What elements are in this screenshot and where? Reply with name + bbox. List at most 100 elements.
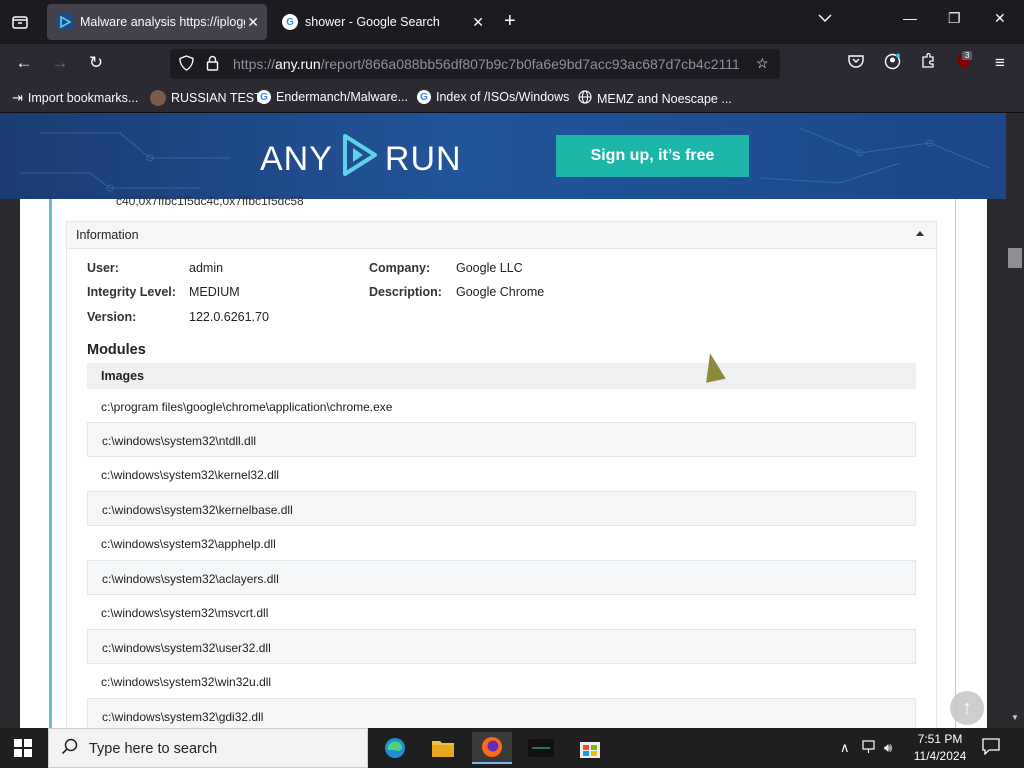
information-title: Information (76, 228, 139, 242)
collapse-caret-icon[interactable] (916, 231, 924, 236)
module-path: c:\windows\system32\ntdll.dll (102, 434, 257, 448)
logo-text-left: ANY (260, 140, 333, 178)
scroll-to-top-icon[interactable]: ↑ (950, 691, 984, 725)
tray-chevron-icon[interactable]: ∧ (840, 740, 850, 756)
module-path: c:\windows\system32\msvcrt.dll (101, 606, 269, 620)
logo-text-right: RUN (384, 140, 462, 178)
search-icon (61, 738, 78, 760)
scrollbar-thumb[interactable] (1008, 248, 1022, 268)
forward-icon[interactable]: → (49, 53, 71, 73)
taskbar-clock[interactable]: 7:51 PM 11/4/2024 (905, 731, 975, 765)
bookmark-endermanch[interactable]: G Endermanch/Malware... (257, 90, 408, 104)
tab-malware-analysis[interactable]: Malware analysis https://iplogger ✕ (47, 4, 267, 40)
clock-date: 11/4/2024 (913, 749, 967, 763)
google-icon: G (417, 90, 431, 104)
terminal-app-icon[interactable] (521, 732, 561, 764)
tab-list-icon[interactable] (8, 10, 32, 34)
shield-icon[interactable] (179, 55, 194, 74)
bookmark-import[interactable]: ⇥ Import bookmarks... (12, 90, 138, 106)
navigation-toolbar: ← → ↻ https://any.run/report/866a088bb56… (0, 44, 1024, 84)
url-prefix: https:// (233, 56, 276, 72)
module-row: c:\windows\system32\ntdll.dll (87, 422, 916, 457)
module-row: c:\windows\system32\kernel32.dll (87, 457, 916, 492)
module-path: c:\windows\system32\win32u.dll (101, 675, 272, 689)
volume-icon[interactable]: 🔊︎ (884, 740, 892, 756)
close-tab-icon[interactable]: ✕ (472, 14, 484, 31)
module-row: c:\windows\system32\kernelbase.dll (87, 491, 916, 526)
windows-start-icon[interactable] (14, 739, 32, 757)
close-tab-icon[interactable]: ✕ (247, 14, 259, 31)
url-bar[interactable]: https://any.run/report/866a088bb56df807b… (170, 49, 780, 79)
url-domain: any.run (275, 56, 321, 72)
menu-icon[interactable]: ≡ (989, 53, 1011, 73)
taskbar-search-box[interactable]: Type here to search (48, 728, 368, 768)
description-value: Google Chrome (456, 285, 545, 299)
bookmark-russian-test[interactable]: RUSSIAN TEST (150, 90, 262, 106)
pocket-icon[interactable] (845, 53, 867, 73)
tab-strip: Malware analysis https://iplogger ✕ G sh… (0, 0, 1024, 44)
page-scrollbar[interactable]: ▼ (1006, 113, 1024, 728)
module-row: c:\windows\system32\msvcrt.dll (87, 595, 916, 630)
url-text[interactable]: https://any.run/report/866a088bb56df807b… (233, 56, 745, 72)
description-label: Description: (369, 285, 442, 299)
file-explorer-icon[interactable] (423, 732, 463, 764)
lock-icon[interactable] (206, 55, 219, 74)
account-icon[interactable] (881, 53, 903, 75)
reload-icon[interactable]: ↻ (85, 53, 107, 73)
bookmark-memz[interactable]: MEMZ and Noescape ... (578, 90, 732, 107)
company-value: Google LLC (456, 261, 523, 275)
tab-google-search[interactable]: G shower - Google Search ✕ (272, 4, 492, 40)
new-tab-icon[interactable]: + (504, 10, 516, 33)
module-row: c:\program files\google\chrome\applicati… (87, 389, 916, 424)
module-path: c:\windows\system32\aclayers.dll (102, 572, 279, 586)
anyrun-play-icon (57, 14, 73, 30)
information-header[interactable]: Information (66, 221, 937, 249)
network-icon[interactable] (862, 740, 878, 757)
bookmark-index-isos[interactable]: G Index of /ISOs/Windows (417, 90, 569, 104)
scroll-down-arrow-icon[interactable]: ▼ (1011, 713, 1019, 722)
windows-taskbar: Type here to search ∧ 🔊︎ 7:51 PM 11/4/20… (0, 728, 1024, 768)
play-icon (339, 133, 379, 186)
google-icon: G (282, 14, 298, 30)
globe-icon (578, 90, 592, 107)
module-row: c:\windows\system32\apphelp.dll (87, 526, 916, 561)
images-header: Images (87, 363, 916, 389)
version-label: Version: (87, 310, 137, 324)
anyrun-logo[interactable]: ANY RUN (260, 133, 462, 186)
modules-title: Modules (87, 342, 146, 358)
close-window-icon[interactable]: ✕ (994, 10, 1006, 27)
bookmark-label: Import bookmarks... (27, 91, 139, 105)
report-page: c40,0x7ffbc1f5dc4c,0x7ffbc1f5dc58 Inform… (20, 194, 987, 728)
bookmark-star-icon[interactable]: ☆ (756, 55, 769, 72)
restore-icon[interactable]: ❐ (948, 10, 961, 27)
user-value: admin (189, 261, 224, 275)
list-all-tabs-icon[interactable] (818, 10, 832, 26)
store-icon[interactable] (570, 732, 610, 764)
avatar-icon (150, 90, 166, 106)
process-tree-line (49, 199, 52, 728)
tab-title: Malware analysis https://iplogger (80, 15, 245, 29)
user-label: User: (87, 261, 119, 275)
google-icon: G (257, 90, 271, 104)
firefox-icon[interactable] (472, 732, 512, 764)
bookmark-label: MEMZ and Noescape ... (597, 91, 732, 106)
integrity-value: MEDIUM (189, 285, 240, 299)
edge-icon[interactable] (375, 732, 415, 764)
notification-icon[interactable] (982, 738, 1000, 758)
signup-button[interactable]: Sign up, it’s free (556, 135, 749, 177)
bookmark-label: RUSSIAN TEST (171, 91, 262, 105)
clock-time: 7:51 PM (917, 732, 963, 746)
extensions-icon[interactable] (917, 52, 939, 74)
module-path: c:\windows\system32\user32.dll (102, 641, 271, 655)
command-line-fragment: c40,0x7ffbc1f5dc4c,0x7ffbc1f5dc58 (116, 194, 304, 208)
search-placeholder: Type here to search (89, 741, 218, 757)
module-path: c:\windows\system32\gdi32.dll (102, 710, 264, 724)
back-icon[interactable]: ← (13, 53, 35, 73)
bookmark-label: Endermanch/Malware... (276, 90, 409, 104)
minimize-icon[interactable]: — (903, 10, 917, 26)
company-label: Company: (369, 261, 431, 275)
network-pattern (20, 127, 991, 192)
module-row: c:\windows\system32\aclayers.dll (87, 560, 916, 595)
anyrun-banner: ANY RUN Sign up, it’s free (0, 113, 1024, 199)
import-icon: ⇥ (12, 90, 23, 105)
